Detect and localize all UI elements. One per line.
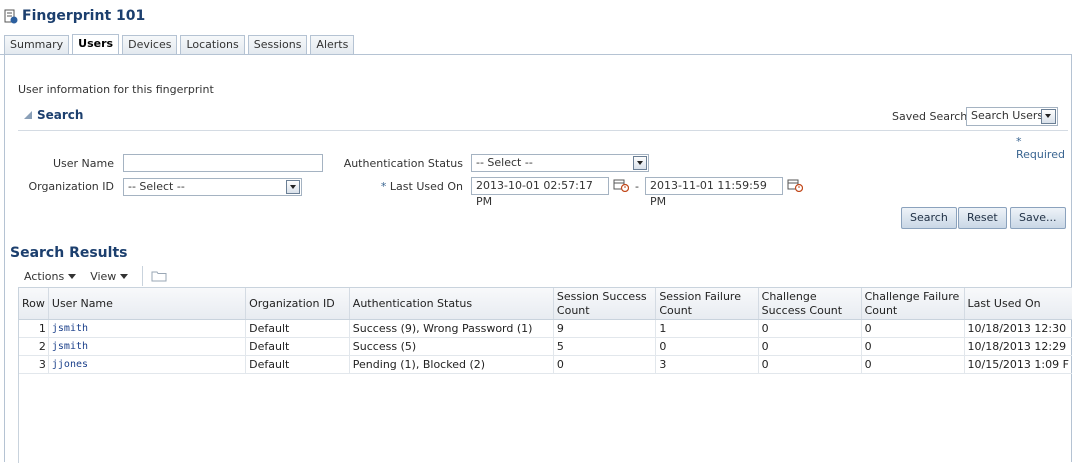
last-used-cell: 10/18/2013 12:29: [964, 337, 1072, 356]
toolbar-separator: [142, 266, 144, 286]
results-toolbar: Actions View: [24, 266, 167, 286]
auth-status-cell: Success (5): [349, 337, 554, 356]
reset-button[interactable]: Reset: [958, 207, 1007, 229]
chevron-down-icon: [68, 273, 77, 279]
calendar-icon[interactable]: [613, 178, 629, 192]
page-title: Fingerprint 101: [22, 8, 146, 24]
required-star: *: [1016, 135, 1022, 148]
saved-search-value: Search Users: [971, 109, 1044, 122]
tab-devices[interactable]: Devices: [122, 35, 178, 54]
view-label: View: [90, 269, 117, 283]
auth-status-value: -- Select --: [476, 156, 533, 169]
tab-sessions[interactable]: Sessions: [247, 35, 308, 54]
org-id-cell: Default: [245, 337, 350, 356]
org-id-cell: Default: [245, 355, 350, 374]
col-header-session-failure[interactable]: Session Failure Count: [655, 288, 759, 320]
col-header-row[interactable]: Row: [19, 288, 49, 320]
row-number: 2: [19, 337, 49, 356]
table-row[interactable]: 2 jsmith Default Success (5) 5 0 0 0 10/…: [19, 337, 1072, 356]
last-used-label: Last Used On: [389, 180, 463, 193]
user-name-link[interactable]: jsmith: [48, 319, 247, 338]
row-number: 3: [19, 355, 49, 374]
col-header-user-name[interactable]: User Name: [48, 288, 247, 320]
session-success-cell: 0: [553, 355, 657, 374]
user-name-link[interactable]: jsmith: [48, 337, 247, 356]
row-number: 1: [19, 319, 49, 338]
session-failure-cell: 0: [655, 337, 759, 356]
col-header-org-id[interactable]: Organization ID: [245, 288, 350, 320]
actions-menu[interactable]: Actions: [24, 269, 77, 283]
last-used-to-input[interactable]: 2013-11-01 11:59:59 PM: [645, 177, 783, 208]
org-id-select[interactable]: -- Select --: [123, 178, 302, 196]
table-row[interactable]: 1 jsmith Default Success (9), Wrong Pass…: [19, 319, 1072, 338]
col-header-challenge-failure[interactable]: Challenge Failure Count: [861, 288, 965, 320]
user-name-value: [124, 156, 128, 169]
search-heading: Search: [37, 108, 84, 122]
collapse-triangle-icon: [24, 111, 32, 119]
tab-bar: Summary Users Devices Locations Sessions…: [4, 34, 357, 55]
saved-search-select[interactable]: Search Users: [966, 107, 1058, 126]
last-used-cell: 10/18/2013 12:30: [964, 319, 1072, 338]
save-button[interactable]: Save...: [1010, 207, 1066, 229]
session-success-cell: 5: [553, 337, 657, 356]
user-name-label: User Name: [52, 157, 114, 170]
challenge-success-cell: 0: [758, 355, 862, 374]
table-header-row: Row User Name Organization ID Authentica…: [19, 288, 1072, 320]
col-header-session-success[interactable]: Session Success Count: [553, 288, 657, 320]
col-header-challenge-success[interactable]: Challenge Success Count: [758, 288, 862, 320]
challenge-failure-cell: 0: [861, 355, 965, 374]
tab-locations[interactable]: Locations: [180, 35, 245, 54]
session-failure-cell: 1: [655, 319, 759, 338]
results-heading: Search Results: [10, 245, 128, 261]
results-table: Row User Name Organization ID Authentica…: [19, 288, 1072, 374]
org-id-value: -- Select --: [128, 180, 185, 193]
last-used-required-star: *: [380, 180, 387, 193]
page-title-area: Fingerprint 101: [4, 8, 145, 24]
session-failure-cell: 3: [655, 355, 759, 374]
fingerprint-page-icon: [4, 9, 18, 23]
dropdown-arrow-icon[interactable]: [633, 156, 647, 170]
actions-label: Actions: [24, 269, 65, 283]
required-label: Required: [1016, 148, 1065, 161]
last-used-cell: 10/15/2013 1:09 F: [964, 355, 1072, 374]
last-used-from-input[interactable]: 2013-10-01 02:57:17 PM: [471, 177, 609, 208]
results-table-container: Row User Name Organization ID Authentica…: [18, 287, 1072, 463]
challenge-failure-cell: 0: [861, 337, 965, 356]
chevron-down-icon: [120, 273, 129, 279]
folder-icon[interactable]: [151, 270, 167, 282]
org-id-label: Organization ID: [28, 180, 114, 193]
org-id-cell: Default: [245, 319, 350, 338]
tab-alerts[interactable]: Alerts: [310, 35, 355, 54]
dropdown-arrow-icon[interactable]: [1041, 109, 1056, 124]
search-divider: [18, 130, 1068, 131]
date-range-separator: -: [635, 180, 639, 193]
required-note: * Required: [1016, 135, 1072, 161]
auth-status-cell: Pending (1), Blocked (2): [349, 355, 554, 374]
search-button[interactable]: Search: [901, 207, 957, 229]
intro-text: User information for this fingerprint: [18, 83, 214, 96]
tab-users[interactable]: Users: [72, 34, 120, 55]
challenge-failure-cell: 0: [861, 319, 965, 338]
tab-summary[interactable]: Summary: [4, 35, 70, 54]
content-border-left: [4, 54, 5, 462]
tab-divider: [0, 54, 1072, 55]
auth-status-select[interactable]: -- Select --: [471, 154, 649, 172]
calendar-icon[interactable]: [787, 178, 803, 192]
saved-search-label: Saved Search: [892, 110, 968, 123]
user-name-input[interactable]: [123, 154, 323, 172]
auth-status-cell: Success (9), Wrong Password (1): [349, 319, 554, 338]
user-name-link[interactable]: jjones: [48, 355, 247, 374]
search-panel-toggle[interactable]: Search: [24, 108, 83, 122]
auth-status-label: Authentication Status: [343, 157, 463, 170]
col-header-auth-status[interactable]: Authentication Status: [349, 288, 554, 320]
challenge-success-cell: 0: [758, 319, 862, 338]
last-used-label-group: * Last Used On: [340, 180, 463, 193]
dropdown-arrow-icon[interactable]: [286, 180, 300, 194]
challenge-success-cell: 0: [758, 337, 862, 356]
session-success-cell: 9: [553, 319, 657, 338]
table-row[interactable]: 3 jjones Default Pending (1), Blocked (2…: [19, 355, 1072, 374]
col-header-last-used[interactable]: Last Used On: [964, 288, 1072, 320]
view-menu[interactable]: View: [90, 269, 129, 283]
